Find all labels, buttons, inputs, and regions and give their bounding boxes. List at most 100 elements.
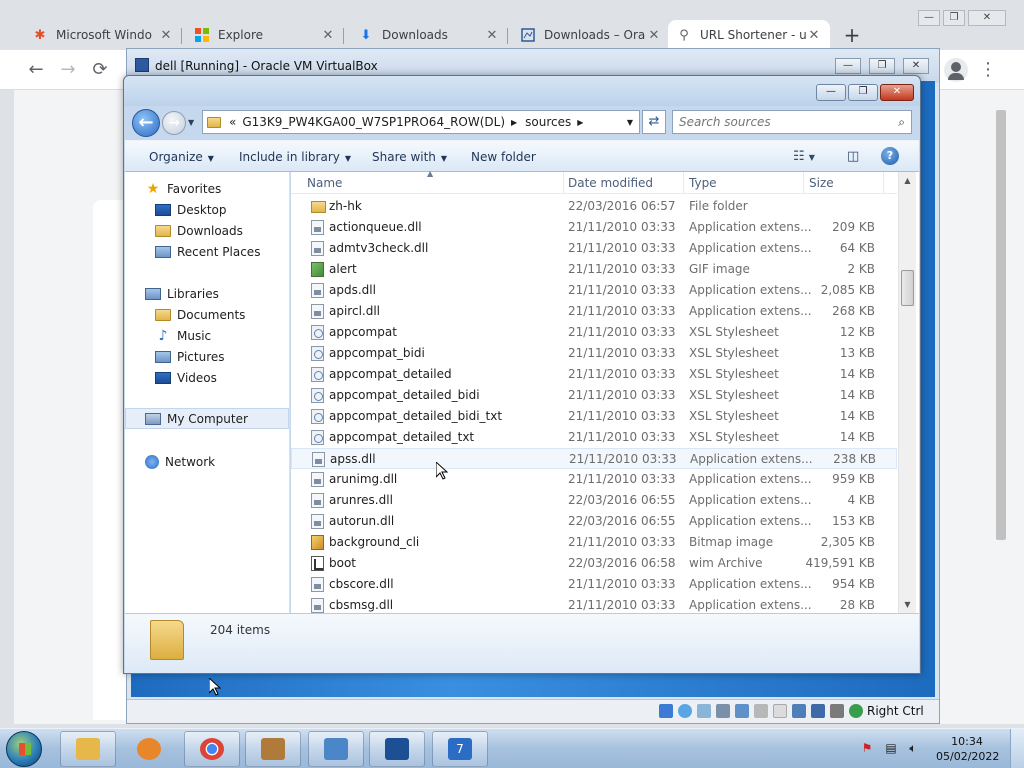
file-row[interactable]: boot 22/03/2016 06:58 wim Archive 419,591 K… xyxy=(291,553,897,574)
nav-item-network[interactable]: Network xyxy=(125,451,289,472)
scrollbar-thumb[interactable] xyxy=(901,270,914,306)
nav-item-libraries[interactable]: Libraries xyxy=(125,283,289,304)
volume-icon[interactable]: 🔈︎ xyxy=(906,741,920,755)
nav-item-documents[interactable]: Documents xyxy=(125,304,289,325)
taskbar-explorer-button[interactable] xyxy=(60,731,116,767)
network-tray-icon[interactable]: ▤ xyxy=(884,741,898,755)
taskbar-remote-desktop-button[interactable] xyxy=(308,731,364,767)
organize-menu[interactable]: Organize ▼ xyxy=(149,150,214,164)
mouse-integration-icon[interactable] xyxy=(830,704,844,718)
file-row[interactable]: zh-hk 22/03/2016 06:57 File folder xyxy=(291,196,897,217)
profile-avatar-icon[interactable] xyxy=(944,58,968,82)
back-arrow-icon[interactable]: ← xyxy=(132,109,160,137)
breadcrumb-overflow[interactable]: « xyxy=(229,115,236,129)
file-row[interactable]: background_cli 21/11/2010 03:33 Bitmap ima… xyxy=(291,532,897,553)
network-adapter-icon[interactable] xyxy=(716,704,730,718)
change-view-icon[interactable]: ☷ ▼ xyxy=(793,149,815,164)
nav-item-videos[interactable]: Videos xyxy=(125,367,289,388)
browser-close-button[interactable]: ✕ xyxy=(968,10,1006,26)
browser-tab-1[interactable]: ✱ Microsoft Windo ✕ xyxy=(24,20,182,50)
scroll-up-icon[interactable]: ▲ xyxy=(899,172,916,189)
forward-arrow-icon[interactable]: → xyxy=(162,111,186,135)
file-row[interactable]: cbscore.dll 21/11/2010 03:33 Application e… xyxy=(291,574,897,595)
scroll-down-icon[interactable]: ▼ xyxy=(899,596,916,613)
hard-disk-icon[interactable] xyxy=(659,704,673,718)
column-date[interactable]: Date modified xyxy=(568,176,653,190)
cpu-icon[interactable] xyxy=(811,704,825,718)
file-row[interactable]: appcompat_detailed_txt 21/11/2010 03:33 XS… xyxy=(291,427,897,448)
explorer-minimize-button[interactable]: — xyxy=(816,84,846,101)
explorer-close-button[interactable]: ✕ xyxy=(880,84,914,101)
browser-tab-2[interactable]: Explore ✕ xyxy=(186,20,344,50)
search-input[interactable] xyxy=(673,111,883,133)
share-with-menu[interactable]: Share with ▼ xyxy=(372,150,447,164)
browser-menu-button[interactable]: ⋮ xyxy=(976,58,1000,82)
breadcrumb-item[interactable]: G13K9_PW4KGA00_W7SP1PRO64_ROW(DL) xyxy=(242,115,505,129)
file-row[interactable]: apss.dll 21/11/2010 03:33 Application exte… xyxy=(291,448,897,469)
file-row[interactable]: arunimg.dll 21/11/2010 03:33 Application e… xyxy=(291,469,897,490)
file-row[interactable]: apircl.dll 21/11/2010 03:33 Application ex… xyxy=(291,301,897,322)
nav-item-favorites[interactable]: ★ Favorites xyxy=(125,178,289,199)
file-row[interactable]: admtv3check.dll 21/11/2010 03:33 Applicati… xyxy=(291,238,897,259)
file-row[interactable]: cbsmsg.dll 21/11/2010 03:33 Application ex… xyxy=(291,595,897,613)
file-row[interactable]: appcompat 21/11/2010 03:33 XSL Stylesheet 1… xyxy=(291,322,897,343)
nav-item-music[interactable]: ♪ Music xyxy=(125,325,289,346)
file-row[interactable]: alert 21/11/2010 03:33 GIF image 2 KB xyxy=(291,259,897,280)
usb-icon[interactable] xyxy=(735,704,749,718)
column-name[interactable]: Name xyxy=(307,176,342,190)
browser-tab-4[interactable]: Downloads – Orac ✕ xyxy=(512,20,670,50)
search-icon[interactable]: ⌕ xyxy=(898,115,905,130)
guest-additions-icon[interactable] xyxy=(849,704,863,718)
start-button[interactable] xyxy=(6,731,42,767)
file-row[interactable]: appcompat_detailed_bidi_txt 21/11/2010 03… xyxy=(291,406,897,427)
file-row[interactable]: appcompat_detailed 21/11/2010 03:33 XSL St… xyxy=(291,364,897,385)
file-row[interactable]: autorun.dll 22/03/2016 06:55 Application e… xyxy=(291,511,897,532)
search-box[interactable]: ⌕ xyxy=(672,110,912,134)
new-tab-button[interactable]: + xyxy=(841,24,863,46)
back-button[interactable]: ← xyxy=(24,58,48,82)
browser-scrollbar[interactable] xyxy=(996,100,1006,720)
breadcrumb-chevron-icon[interactable]: ▶ xyxy=(511,118,517,127)
vbox-minimize-button[interactable]: — xyxy=(835,58,861,74)
column-size[interactable]: Size xyxy=(809,176,834,190)
tab-close-icon[interactable]: ✕ xyxy=(320,28,336,43)
nav-item-my-computer[interactable]: My Computer xyxy=(125,408,289,429)
file-row[interactable]: appcompat_detailed_bidi 21/11/2010 03:33 X… xyxy=(291,385,897,406)
column-type[interactable]: Type xyxy=(689,176,717,190)
column-divider[interactable] xyxy=(883,172,884,194)
taskbar-chrome-button[interactable] xyxy=(184,731,240,767)
browser-minimize-button[interactable]: — xyxy=(918,10,940,26)
action-center-flag-icon[interactable]: ⚑ xyxy=(860,741,874,755)
breadcrumb-chevron-icon[interactable]: ▶ xyxy=(577,118,583,127)
file-row[interactable]: actionqueue.dll 21/11/2010 03:33 Applicati… xyxy=(291,217,897,238)
nav-item-recent-places[interactable]: Recent Places xyxy=(125,241,289,262)
taskbar-media-player-button[interactable] xyxy=(121,731,177,767)
optical-drive-icon[interactable] xyxy=(678,704,692,718)
preview-pane-icon[interactable]: ◫ xyxy=(847,149,859,164)
taskbar-archive-button[interactable] xyxy=(245,731,301,767)
audio-icon[interactable] xyxy=(697,704,711,718)
vbox-restore-button[interactable]: ❐ xyxy=(869,58,895,74)
recent-pages-dropdown-icon[interactable]: ▼ xyxy=(188,118,194,127)
column-divider[interactable] xyxy=(563,172,564,194)
browser-restore-button[interactable]: ❐ xyxy=(943,10,965,26)
reload-button[interactable]: ⟳ xyxy=(88,58,112,82)
clock[interactable]: 10:34 05/02/2022 xyxy=(936,734,999,764)
tab-close-icon[interactable]: ✕ xyxy=(646,28,662,43)
vbox-close-button[interactable]: ✕ xyxy=(903,58,929,74)
scrollbar-thumb[interactable] xyxy=(996,110,1006,540)
nav-item-downloads[interactable]: Downloads xyxy=(125,220,289,241)
shared-folders-icon[interactable] xyxy=(754,704,768,718)
nav-item-pictures[interactable]: Pictures xyxy=(125,346,289,367)
browser-tab-5[interactable]: ⚲ URL Shortener - u ✕ xyxy=(668,20,830,50)
column-divider[interactable] xyxy=(803,172,804,194)
forward-button[interactable]: → xyxy=(56,58,80,82)
file-row[interactable]: apds.dll 21/11/2010 03:33 Application exte… xyxy=(291,280,897,301)
recording-icon[interactable] xyxy=(792,704,806,718)
include-in-library-menu[interactable]: Include in library ▼ xyxy=(239,150,351,164)
tab-close-icon[interactable]: ✕ xyxy=(158,28,174,43)
file-row[interactable]: arunres.dll 22/03/2016 06:55 Application e… xyxy=(291,490,897,511)
taskbar-virtualbox-button[interactable] xyxy=(369,731,425,767)
help-icon[interactable]: ? xyxy=(881,147,899,165)
breadcrumb-item[interactable]: sources xyxy=(525,115,571,129)
